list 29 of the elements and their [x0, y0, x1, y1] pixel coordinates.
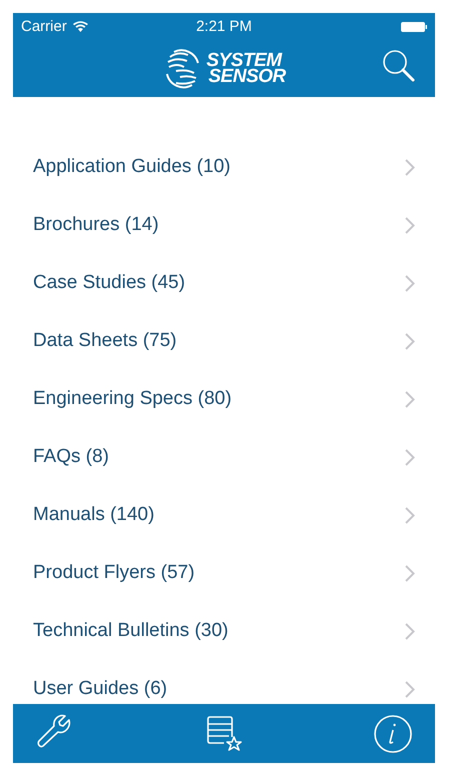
- category-item[interactable]: Brochures (14): [33, 214, 405, 236]
- chevron-icon: [405, 390, 415, 408]
- category-item[interactable]: Case Studies (45): [33, 272, 405, 294]
- list-star-icon[interactable]: [204, 714, 244, 754]
- carrier-label: Carrier: [21, 18, 67, 35]
- chevron-icon: [405, 506, 415, 524]
- chevron-icon: [405, 622, 415, 640]
- category-item[interactable]: Product Flyers (57): [33, 562, 405, 584]
- chevron-icon: [405, 680, 415, 698]
- battery-icon: [401, 22, 427, 32]
- chevron-icon: [405, 158, 415, 176]
- logo-text: SYSTEM: [206, 52, 282, 68]
- chevron-icon: [405, 274, 415, 292]
- category-item[interactable]: Application Guides (10): [33, 156, 405, 178]
- chevron-icon: [405, 216, 415, 234]
- chevron-icon: [405, 564, 415, 582]
- category-item[interactable]: Engineering Specs (80): [33, 388, 405, 410]
- clock-time: 2:21 PM: [196, 18, 252, 35]
- info-icon[interactable]: [373, 714, 413, 754]
- search-icon[interactable]: [381, 48, 417, 84]
- chevron-icon: [405, 332, 415, 350]
- category-item[interactable]: Manuals (140): [33, 504, 405, 526]
- category-item[interactable]: Technical Bulletins (30): [33, 620, 405, 642]
- wifi-icon: [72, 21, 88, 32]
- category-item[interactable]: User Guides (6): [33, 678, 405, 700]
- category-item[interactable]: FAQs (8): [33, 446, 405, 468]
- logo-text: SENSOR: [208, 68, 286, 84]
- chevron-icon: [405, 448, 415, 466]
- category-item[interactable]: Data Sheets (75): [33, 330, 405, 352]
